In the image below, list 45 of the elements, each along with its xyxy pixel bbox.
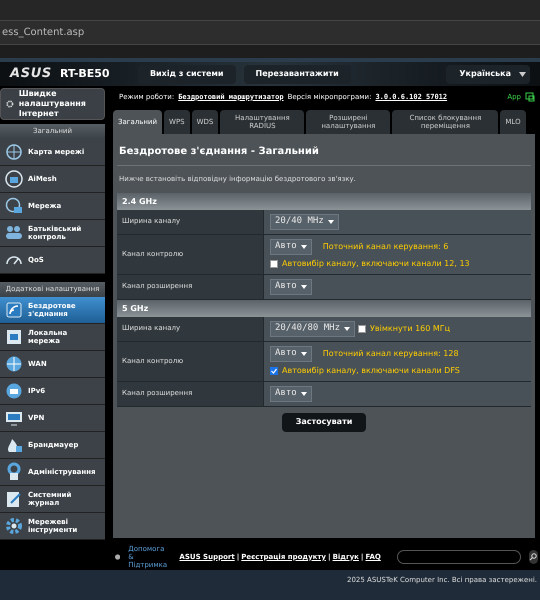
caret-icon [519,72,526,76]
menu-icon [4,142,24,162]
quick-setup-button[interactable]: Швидке налаштування Інтернет [0,88,105,120]
menu-icon [4,196,24,216]
dropdown[interactable]: Авто [270,386,312,402]
menu-icon [4,354,24,374]
caret-icon [300,244,307,248]
model-name: RT-BE50 [60,66,111,82]
search-icon [529,553,538,561]
dropdown[interactable]: Авто [270,278,312,294]
checkbox-label: Автовибір каналу, включаючи канали 12, 13 [282,258,470,270]
panel-title: Бездротове з'єднання - Загальний [117,144,531,166]
menu-icon [4,327,24,347]
checkbox[interactable] [270,366,278,374]
url-text[interactable]: ess_Content.asp [0,25,84,40]
checkbox-label: Увімкнути 160 МГц [370,322,450,334]
logo: ASUS [10,65,52,84]
caret-icon [344,326,350,330]
dropdown[interactable]: 20/40/80 MHz [270,320,356,336]
language-select[interactable]: Українська [446,64,530,84]
section-header: 5 GHz [117,300,531,316]
screen-icon[interactable] [525,92,535,102]
dropdown[interactable]: Авто [270,346,312,362]
dropdown[interactable]: 20/40 MHz [270,214,339,230]
menu-icon [4,300,24,320]
check-icon [271,368,277,374]
search-button[interactable] [528,550,538,564]
channel-note: Поточний канал керування: 6 [322,240,448,252]
caret-icon [300,352,307,356]
section-header: 2.4 GHz [117,192,531,210]
menu-icon [4,381,24,401]
menu-icon [4,516,24,536]
channel-note: Поточний канал керування: 128 [322,348,459,360]
caret-icon [328,220,334,224]
caret-icon [300,284,307,288]
checkbox-label: Автовибір каналу, включаючи канали DFS [282,364,460,376]
checkbox[interactable] [358,324,366,332]
caret-icon [300,392,307,396]
menu-icon [4,169,24,189]
checkbox[interactable] [270,260,278,268]
search-field[interactable] [396,550,521,564]
header-button[interactable]: Перезавантажити [244,64,351,84]
dropdown[interactable]: Авто [270,238,312,254]
apply-button[interactable]: Застосувати [282,412,366,432]
header-button[interactable]: Вихід з системи [138,64,236,84]
